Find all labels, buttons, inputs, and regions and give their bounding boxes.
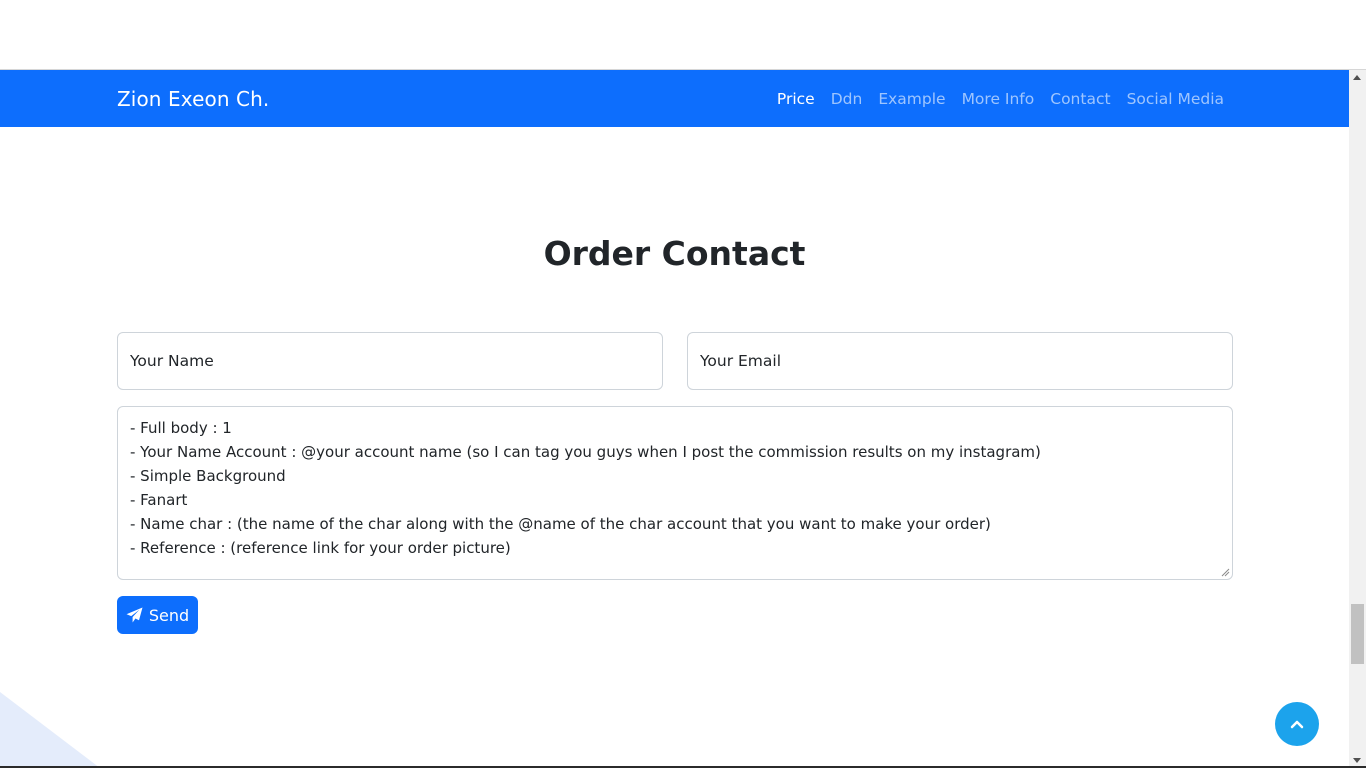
send-button-label: Send bbox=[148, 605, 190, 625]
scrollbar-thumb[interactable] bbox=[1351, 604, 1364, 664]
message-line: - Reference : (reference link for your o… bbox=[130, 539, 511, 557]
message-line: - Your Name Account : @your account name… bbox=[130, 443, 1041, 461]
email-input-placeholder: Your Email bbox=[700, 352, 782, 370]
page-viewport: Zion Exeon Ch. Price Ddn Example More In… bbox=[0, 70, 1349, 768]
nav-links: Price Ddn Example More Info Contact Soci… bbox=[761, 90, 1224, 108]
resize-grip-icon[interactable] bbox=[1221, 568, 1230, 577]
message-line: - Fanart bbox=[130, 491, 188, 509]
message-textarea[interactable]: - Full body : 1 - Your Name Account : @y… bbox=[117, 406, 1233, 580]
message-line: - Name char : (the name of the char alon… bbox=[130, 515, 991, 533]
name-input-placeholder: Your Name bbox=[130, 352, 214, 370]
paper-plane-icon bbox=[126, 607, 143, 623]
decorative-corner-shape bbox=[0, 692, 100, 768]
message-line: - Full body : 1 bbox=[130, 419, 232, 437]
chevron-up-icon bbox=[1290, 720, 1304, 729]
scroll-down-arrow-icon[interactable] bbox=[1353, 758, 1361, 763]
message-line: - Simple Background bbox=[130, 467, 286, 485]
vertical-scrollbar[interactable] bbox=[1349, 70, 1366, 768]
nav-link-more-info[interactable]: More Info bbox=[962, 90, 1035, 108]
top-blank-area bbox=[0, 0, 1366, 70]
nav-link-contact[interactable]: Contact bbox=[1050, 90, 1110, 108]
name-input[interactable]: Your Name bbox=[117, 332, 663, 390]
scroll-to-top-button[interactable] bbox=[1275, 702, 1319, 746]
nav-link-example[interactable]: Example bbox=[878, 90, 945, 108]
email-input[interactable]: Your Email bbox=[687, 332, 1233, 390]
section-title: Order Contact bbox=[543, 234, 806, 273]
navbar-brand[interactable]: Zion Exeon Ch. bbox=[117, 87, 269, 111]
nav-link-price[interactable]: Price bbox=[777, 90, 815, 108]
send-button[interactable]: Send bbox=[117, 596, 198, 634]
scroll-up-arrow-icon[interactable] bbox=[1353, 75, 1361, 80]
nav-link-social-media[interactable]: Social Media bbox=[1127, 90, 1224, 108]
nav-link-ddn[interactable]: Ddn bbox=[831, 90, 863, 108]
navbar: Zion Exeon Ch. Price Ddn Example More In… bbox=[0, 70, 1349, 127]
